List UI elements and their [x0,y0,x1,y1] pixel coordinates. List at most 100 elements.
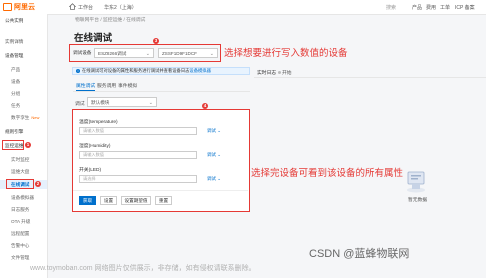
sidebar-item-label: 实例详情 [5,39,24,44]
function-module-select[interactable]: 默认模块 ⌄ [87,97,157,107]
tab-event-simulation[interactable]: 事件模拟 [118,82,137,89]
info-banner-text: 在线调试可对设备的属性和服务进行调试并查看设备日志 [82,68,190,73]
humidity-input-placeholder: 请输入数值 [83,152,104,157]
log-status-text: 开始 [282,71,292,76]
device-selector-highlight: 调试设备 ESZ8266调试 ⌄ ZSSF1D9F1DCF ⌄ [69,44,221,62]
humidity-input[interactable]: 请输入数值 [79,151,197,159]
breadcrumb[interactable]: 物联网平台 / 监控运维 / 在线调试 [75,16,145,23]
sidebar-item-label: OTA 升级 [11,219,31,224]
new-badge: New [31,115,40,120]
get-button[interactable]: 获取 [79,196,96,205]
sidebar-item-realtime-monitor[interactable]: 实时监控 [0,155,47,164]
sidebar-item-label: 告警中心 [11,243,30,248]
sidebar-item-products[interactable]: 产品 [0,65,47,74]
tab-property-debug[interactable]: 属性调试 [76,82,96,91]
sidebar-item-label: 产品 [11,67,21,72]
device-select-value: ZSSF1D9F1DCF [162,51,197,56]
led-select[interactable]: 请选择 [79,175,197,183]
device-select[interactable]: ZSSF1D9F1DCF ⌄ [158,48,218,58]
led-mode-select[interactable]: 调试 ⌄ [207,176,221,182]
sidebar-item-label: 日志服务 [11,207,30,212]
property-label-humidity: 湿度(Humidity) [79,144,111,149]
info-banner: i 在线调试可对设备的属性和服务进行调试并查看设备日志设备模拟器 [72,67,250,75]
panel-divider [73,190,248,191]
set-expected-button[interactable]: 设置期望值 [121,196,151,205]
page-title: 在线调试 [74,33,113,44]
csdn-watermark: CSDN @蓝蜂物联网 [309,248,410,260]
sidebar-item-label: 实时监控 [11,157,30,162]
set-button[interactable]: 设置 [100,196,117,205]
property-label-temperature: 温度(temperature) [79,120,118,125]
annotation-note-properties: 选择完设备可看到该设备的所有属性 [251,168,404,179]
device-simulator-link[interactable]: 设备模拟器 [189,68,210,73]
annotation-note-select-device: 选择想要进行写入数值的设备 [224,48,348,59]
top-nav-icp[interactable]: ICP 备案 [455,4,475,11]
site-watermark: www.toymoban.com 网络图片仅供展示，非存储，如有侵权请联系删除。 [30,265,256,272]
sidebar-item-instance-detail[interactable]: 实例详情 [0,37,47,46]
sidebar-item-remote-config[interactable]: 远程配置 [0,229,47,238]
top-nav-fees[interactable]: 费用 [426,4,436,11]
sidebar-item-alarm-center[interactable]: 告警中心 [0,241,47,250]
chevron-down-icon: ⌄ [217,176,222,181]
sidebar-item-label: 数字孪生 [11,115,30,120]
humidity-mode-select[interactable]: 调试 ⌄ [207,152,221,158]
chevron-down-icon: ⌄ [217,128,222,133]
product-select[interactable]: ESZ8266调试 ⌄ [94,48,154,58]
temperature-input[interactable]: 请输入数值 [79,127,197,135]
sidebar-item-label: 分组 [11,91,21,96]
sidebar-item-rule-engine[interactable]: 规则引擎 [0,127,47,136]
workspace-link[interactable]: 工作台 [78,4,93,11]
chevron-down-icon: ⌄ [217,152,222,157]
aliyun-logo-icon[interactable] [3,3,12,11]
temperature-mode-select[interactable]: 调试 ⌄ [207,128,221,134]
log-status-dot [278,71,281,74]
realtime-log-label: 实时日志 [257,71,277,76]
mode-label: 调试 [207,152,216,157]
sidebar-item-label: 设备管理 [5,53,24,58]
chevron-down-icon: ⌄ [209,51,214,57]
chevron-down-icon: ⌄ [148,100,153,106]
sidebar-item-ota[interactable]: OTA 升级 [0,217,47,226]
region-selector[interactable]: 华东2（上海） [104,4,137,11]
function-select-label: 调试 [75,102,85,107]
highlight-box-online-debug [6,179,34,189]
sidebar-item-tasks[interactable]: 任务 [0,101,47,110]
home-icon[interactable] [69,3,76,10]
top-nav-products[interactable]: 产品 [412,4,422,11]
property-label-led: 开关(LED) [79,168,102,173]
mode-label: 调试 [207,176,216,181]
reset-button[interactable]: 重置 [155,196,172,205]
highlight-box-monitoring [2,140,24,150]
step-badge-2: 2 [35,181,41,187]
sidebar-item-log-service[interactable]: 日志服务 [0,205,47,214]
sidebar-item-label: 运维大盘 [11,169,30,174]
sidebar-item-device-management[interactable]: 设备管理 [0,51,47,60]
sidebar-item-label: 文件管理 [11,255,30,260]
step-badge-1: 1 [25,142,31,148]
temperature-input-placeholder: 请输入数值 [83,128,104,133]
debug-device-label: 调试设备 [73,50,92,55]
info-icon: i [76,69,80,73]
brand-logo-text[interactable]: 阿里云 [14,2,35,12]
search-box[interactable]: 搜索 [386,4,396,11]
sidebar-item-file-management[interactable]: 文件管理 [0,253,47,262]
top-nav-tickets[interactable]: 工单 [440,4,450,11]
property-panel-highlight: 温度(temperature) 请输入数值 调试 ⌄ 湿度(Humidity) … [72,109,250,212]
function-module-value: 默认模块 [91,100,110,105]
sidebar-item-ops-dashboard[interactable]: 运维大盘 [0,167,47,176]
sidebar-item-label: 公共实例 [5,18,24,23]
chevron-down-icon: ⌄ [145,51,150,57]
sidebar-item-device-simulator[interactable]: 设备模拟器 [0,193,47,202]
sidebar-item-groups[interactable]: 分组 [0,89,47,98]
tab-service-call[interactable]: 服务调用 [97,82,116,89]
sidebar-item-devices[interactable]: 设备 [0,77,47,86]
tabs-divider [73,91,250,92]
empty-data-label: 暂无数据 [408,198,428,203]
sidebar-item-label: 规则引擎 [5,129,24,134]
sidebar-item-public-instance[interactable]: 公共实例 [0,16,47,25]
sidebar-item-label: 设备模拟器 [11,195,34,200]
empty-data-icon [407,171,425,193]
sidebar-item-digital-twin[interactable]: 数字孪生 New [0,113,47,122]
led-select-placeholder: 请选择 [83,176,96,181]
product-select-value: ESZ8266调试 [98,51,127,56]
